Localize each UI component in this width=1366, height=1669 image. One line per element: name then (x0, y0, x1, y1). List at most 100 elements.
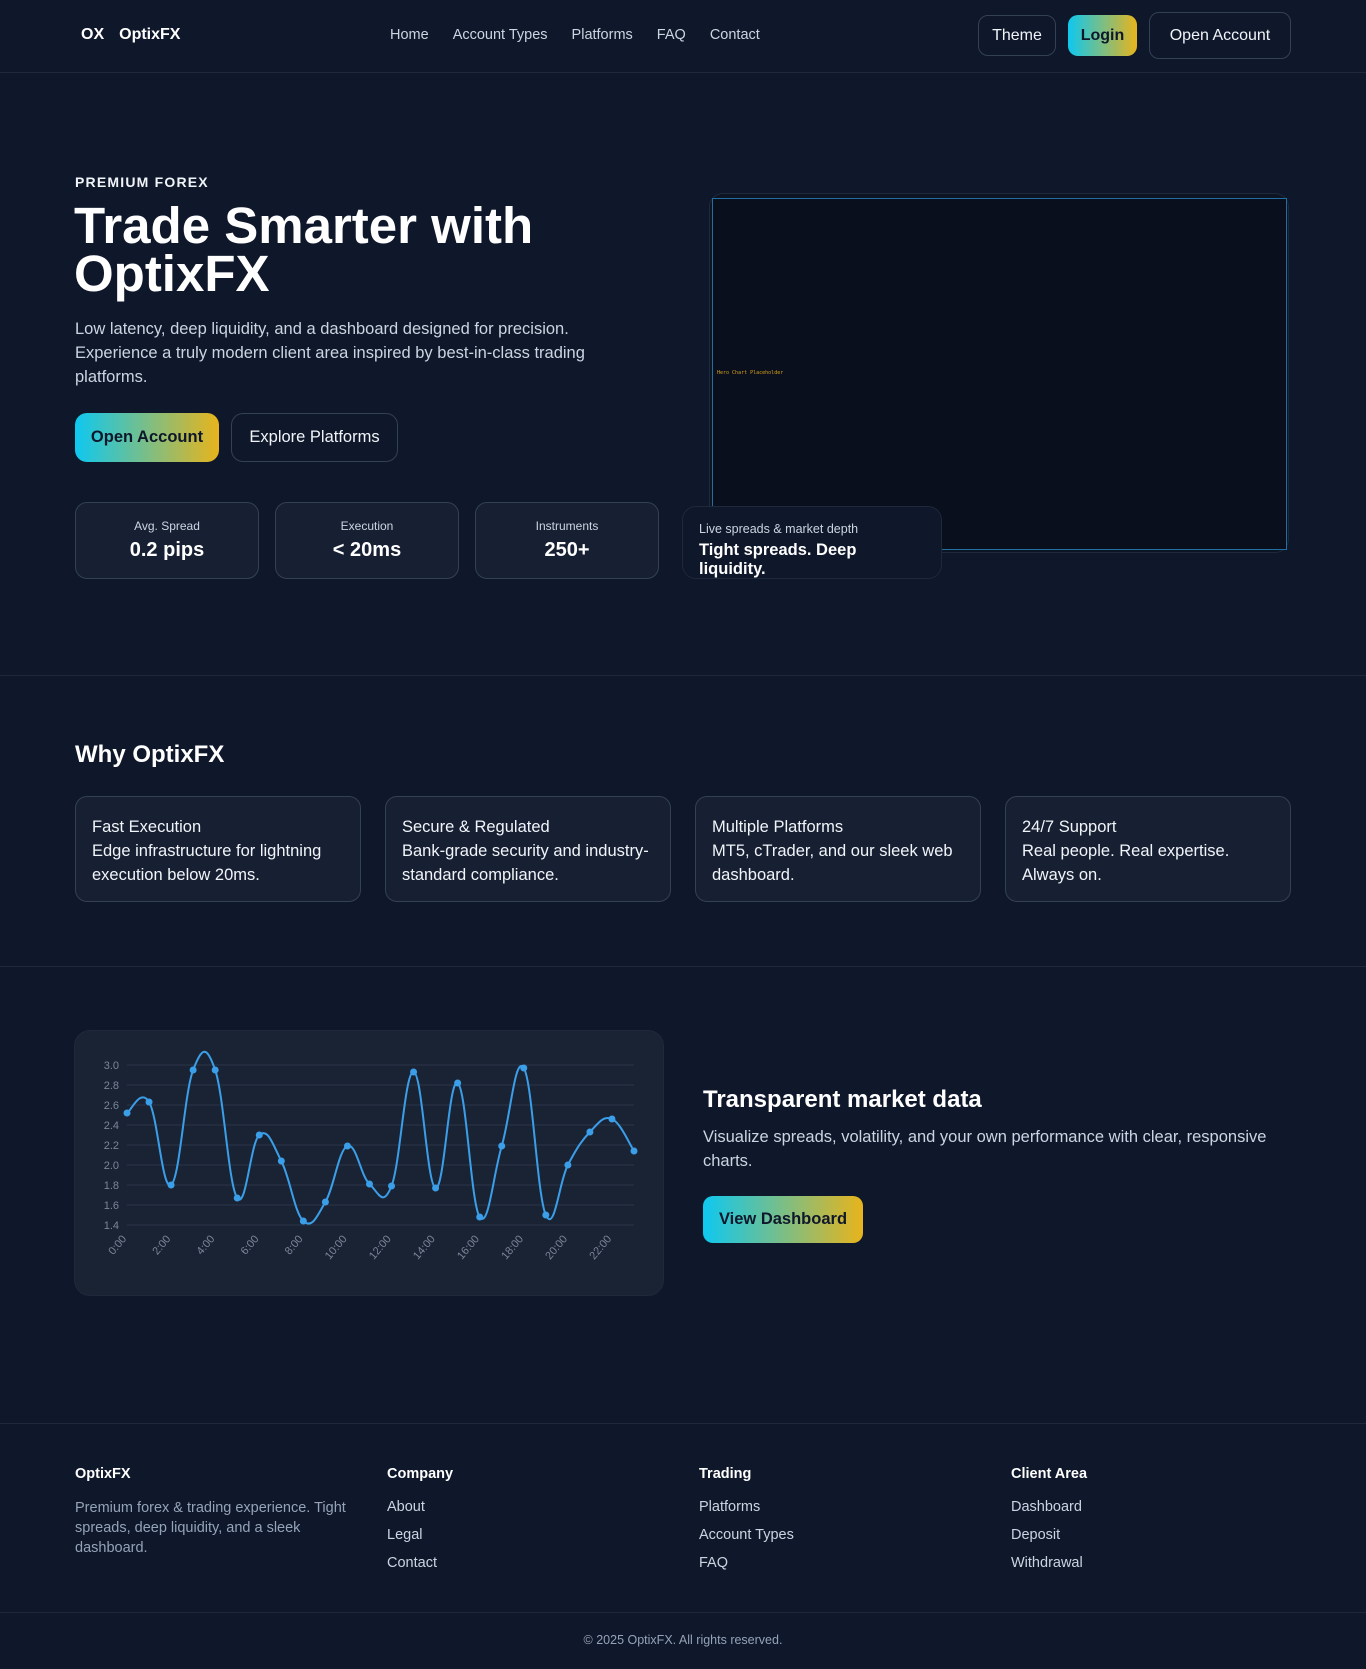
chart-data-point (255, 1131, 263, 1139)
chart-x-tick-label: 20:00 (543, 1233, 570, 1262)
market-subtitle: Visualize spreads, volatility, and your … (703, 1128, 1267, 1170)
footer-link-legal[interactable]: Legal (387, 1526, 453, 1544)
chart-x-tick-label: 22:00 (587, 1233, 614, 1262)
nav-link-platforms[interactable]: Platforms (572, 27, 633, 43)
footer-link-withdrawal[interactable]: Withdrawal (1011, 1554, 1087, 1572)
section-divider (0, 966, 1366, 967)
site-header: OX OptixFX Home Account Types Platforms … (0, 0, 1366, 73)
footer-link-deposit[interactable]: Deposit (1011, 1526, 1087, 1544)
chart-data-point (211, 1066, 219, 1074)
chart-x-tick-label: 0:00 (106, 1233, 129, 1257)
stat-card-spread: Avg. Spread 0.2 pips (75, 502, 259, 579)
chart-x-tick-label: 2:00 (150, 1233, 173, 1257)
stat-value: < 20ms (332, 539, 402, 561)
chart-x-tick-label: 14:00 (411, 1233, 438, 1262)
chart-data-point (454, 1079, 462, 1087)
footer-column-title: Company (387, 1466, 454, 1482)
explore-platforms-button[interactable]: Explore Platforms (231, 413, 398, 462)
logo-mark: OX (81, 26, 105, 43)
chart-data-point (564, 1161, 572, 1169)
footer-column-title: Client Area (1011, 1466, 1088, 1482)
feature-card-platforms: Multiple Platforms MT5, cTrader, and our… (695, 796, 981, 902)
badge-caption: Live spreads & market depth (699, 522, 859, 536)
nav-link-account-types[interactable]: Account Types (453, 27, 548, 43)
stat-value: 0.2 pips (129, 539, 205, 561)
stat-card-instruments: Instruments 250+ (475, 502, 659, 579)
brand-name: OptixFX (119, 26, 181, 43)
chart-data-point (299, 1217, 307, 1225)
feature-desc: Real people. Real expertise. Always on. (1022, 842, 1230, 884)
feature-desc: Edge infrastructure for lightning execut… (92, 842, 322, 884)
stat-value: 250+ (544, 539, 590, 561)
feature-card-support: 24/7 Support Real people. Real expertise… (1005, 796, 1291, 902)
chart-data-point (343, 1142, 351, 1150)
section-divider (0, 1423, 1366, 1424)
chart-series-line (126, 1050, 635, 1225)
footer-brand-column: OptixFX Premium forex & trading experien… (75, 1466, 365, 1558)
section-divider (0, 675, 1366, 676)
header-open-account-button[interactable]: Open Account (1149, 12, 1291, 59)
footer-link-about[interactable]: About (387, 1498, 453, 1516)
chart-data-point (586, 1128, 594, 1136)
view-dashboard-button[interactable]: View Dashboard (703, 1196, 863, 1243)
chart-data-point (145, 1098, 153, 1106)
feature-card-fast-execution: Fast Execution Edge infrastructure for l… (75, 796, 361, 902)
chart-data-point (432, 1184, 440, 1192)
footer-link-account-types[interactable]: Account Types (699, 1526, 794, 1544)
footer-brand-desc: Premium forex & trading experience. Tigh… (75, 1500, 346, 1556)
feature-title: Multiple Platforms (712, 818, 844, 836)
chart-data-point (608, 1115, 616, 1123)
hero-eyebrow: PREMIUM FOREX (75, 174, 209, 190)
feature-title: 24/7 Support (1022, 818, 1117, 836)
feature-desc: Bank-grade security and industry-standar… (402, 842, 649, 884)
chart-y-tick-label: 2.4 (104, 1120, 119, 1132)
chart-data-point (476, 1213, 484, 1221)
footer-link-platforms[interactable]: Platforms (699, 1498, 794, 1516)
chart-y-tick-label: 2.0 (104, 1160, 119, 1172)
chart-y-tick-label: 2.8 (104, 1080, 119, 1092)
chart-data-point (233, 1194, 241, 1202)
chart-x-tick-label: 4:00 (195, 1233, 218, 1257)
login-button[interactable]: Login (1068, 15, 1137, 56)
chart-x-tick-label: 8:00 (283, 1233, 306, 1257)
why-title: Why OptixFX (75, 741, 225, 768)
chart-data-point (123, 1109, 131, 1117)
footer-link-faq[interactable]: FAQ (699, 1554, 794, 1572)
chart-y-tick-label: 1.8 (104, 1180, 119, 1192)
hero-subtitle: Low latency, deep liquidity, and a dashb… (75, 320, 585, 386)
nav-link-contact[interactable]: Contact (710, 27, 760, 43)
stat-card-execution: Execution < 20ms (275, 502, 459, 579)
chart-data-point (365, 1180, 373, 1188)
chart-y-tick-label: 1.4 (104, 1220, 119, 1232)
hero-open-account-button[interactable]: Open Account (75, 413, 219, 462)
footer-divider (0, 1612, 1366, 1613)
chart-data-point (277, 1157, 285, 1165)
badge-headline: Tight spreads. Deep liquidity. (699, 541, 857, 578)
copyright: © 2025 OptixFX. All rights reserved. (583, 1633, 783, 1647)
feature-title: Fast Execution (92, 818, 202, 836)
chart-x-tick-label: 6:00 (239, 1233, 262, 1257)
chart-y-tick-label: 1.6 (104, 1200, 119, 1212)
chart-data-point (189, 1066, 197, 1074)
chart-y-tick-label: 3.0 (104, 1060, 119, 1072)
chart-data-point (167, 1181, 175, 1189)
footer-company-column: Company About Legal Contact (387, 1466, 453, 1582)
market-title: Transparent market data (703, 1086, 982, 1113)
footer-link-contact[interactable]: Contact (387, 1554, 453, 1572)
footer-link-dashboard[interactable]: Dashboard (1011, 1498, 1087, 1516)
footer-client-column: Client Area Dashboard Deposit Withdrawal (1011, 1466, 1087, 1582)
footer-column-title: Trading (699, 1466, 752, 1482)
chart-data-point (410, 1068, 418, 1076)
hero-title: Trade Smarter with OptixFX (74, 197, 534, 302)
nav-link-home[interactable]: Home (390, 27, 429, 43)
hero-chart-placeholder: Hero Chart Placeholder (717, 370, 784, 376)
stat-label: Execution (340, 519, 394, 533)
chart-x-tick-label: 10:00 (323, 1233, 350, 1262)
main-nav: Home Account Types Platforms FAQ Contact (390, 27, 760, 43)
brand-logo[interactable]: OX OptixFX (81, 26, 180, 44)
theme-toggle-button[interactable]: Theme (978, 15, 1056, 56)
nav-link-faq[interactable]: FAQ (657, 27, 686, 43)
chart-data-point (321, 1198, 329, 1206)
chart-data-point (520, 1064, 528, 1072)
chart-y-tick-label: 2.6 (104, 1100, 119, 1112)
